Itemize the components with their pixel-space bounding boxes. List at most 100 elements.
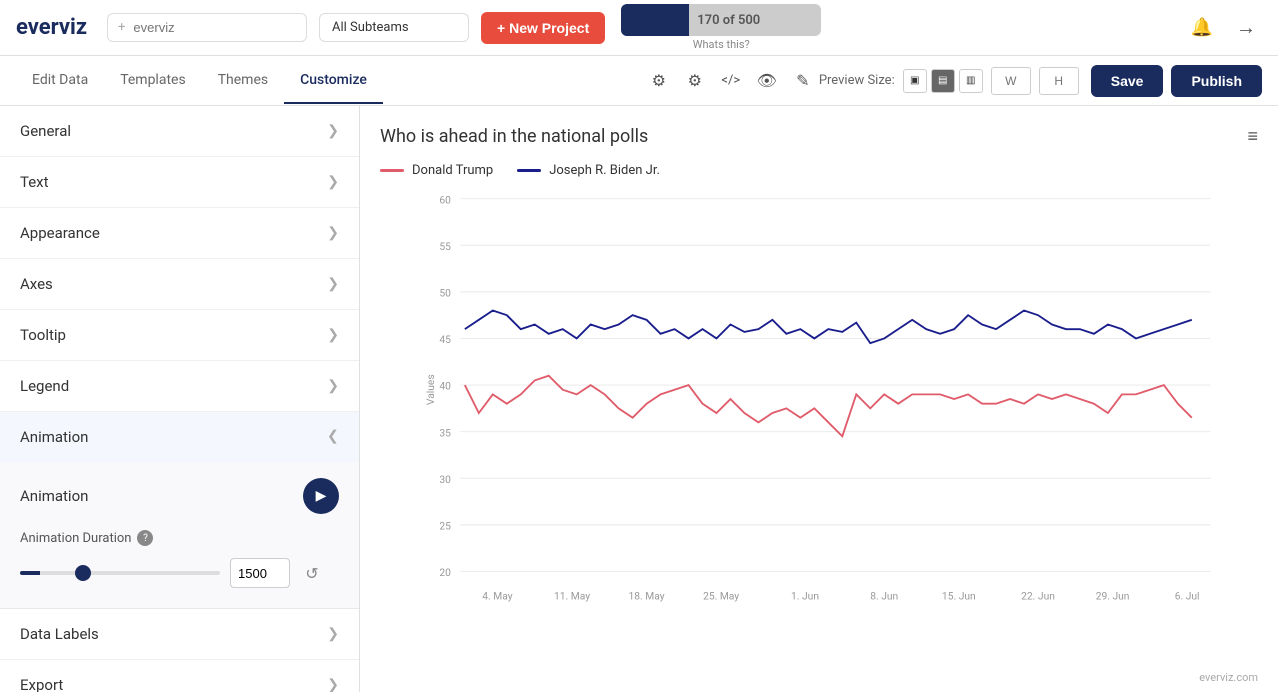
header: everviz + All Subteams + New Project 170…: [0, 0, 1278, 56]
progress-filled: [621, 4, 689, 36]
animation-expanded-panel: Animation ▶ Animation Duration ? ↺: [0, 462, 359, 609]
logo: everviz: [16, 15, 87, 40]
duration-slider[interactable]: [20, 571, 220, 575]
legend-trump-line: [380, 169, 404, 172]
subteam-selector[interactable]: All Subteams: [319, 13, 469, 42]
progress-label: 170 of 500: [697, 13, 760, 28]
logout-icon[interactable]: →: [1230, 12, 1262, 44]
svg-text:15. Jun: 15. Jun: [942, 589, 976, 602]
tooltip-label: Tooltip: [20, 326, 66, 344]
preview-mobile-icon[interactable]: ▥: [959, 69, 983, 93]
general-chevron: ❯: [327, 123, 339, 139]
chart-menu-icon[interactable]: ≡: [1247, 126, 1258, 147]
chart-svg-container: 60 55 50 45 40 35 30 25 20 Values: [380, 194, 1258, 660]
data-labels-label: Data Labels: [20, 625, 99, 643]
chart-svg: 60 55 50 45 40 35 30 25 20 Values: [380, 194, 1258, 660]
chart-legend: Donald Trump Joseph R. Biden Jr.: [380, 163, 1258, 178]
general-label: General: [20, 122, 71, 140]
appearance-label: Appearance: [20, 224, 100, 242]
duration-input[interactable]: [230, 558, 290, 588]
chart-area: Who is ahead in the national polls ≡ Don…: [360, 106, 1278, 692]
preview-section: Preview Size: ▣ ▤ ▥: [819, 67, 1079, 95]
progress-empty: 170 of 500: [689, 4, 821, 36]
svg-text:Values: Values: [424, 374, 437, 405]
sidebar-item-legend[interactable]: Legend ❯: [0, 361, 359, 412]
svg-text:18. May: 18. May: [629, 589, 665, 602]
svg-text:4. May: 4. May: [482, 589, 512, 602]
sidebar-item-export[interactable]: Export ❯: [0, 660, 359, 692]
sidebar-item-general[interactable]: General ❯: [0, 106, 359, 157]
svg-text:60: 60: [439, 194, 451, 206]
chart-title: Who is ahead in the national polls: [380, 126, 1258, 147]
preview-label: Preview Size:: [819, 73, 895, 88]
svg-text:40: 40: [439, 380, 451, 393]
svg-text:25. May: 25. May: [703, 589, 739, 602]
svg-text:55: 55: [439, 240, 451, 253]
animation-header: Animation ▶: [0, 462, 359, 522]
new-project-button[interactable]: + New Project: [481, 12, 605, 44]
tab-themes[interactable]: Themes: [202, 58, 284, 104]
save-button[interactable]: Save: [1091, 65, 1164, 97]
whats-this-link[interactable]: Whats this?: [693, 38, 750, 51]
axes-chevron: ❯: [327, 276, 339, 292]
progress-bar: 170 of 500: [621, 4, 821, 36]
export-chevron: ❯: [327, 677, 339, 692]
sidebar-item-text[interactable]: Text ❯: [0, 157, 359, 208]
preview-desktop-icon[interactable]: ▣: [903, 69, 927, 93]
animation-section-title: Animation: [20, 487, 88, 505]
svg-text:25: 25: [439, 520, 451, 533]
tab-templates[interactable]: Templates: [104, 58, 202, 104]
notification-icon[interactable]: 🔔: [1186, 12, 1218, 44]
tab-edit-data[interactable]: Edit Data: [16, 58, 104, 104]
search-input[interactable]: [133, 20, 253, 35]
axes-label: Axes: [20, 275, 53, 293]
toolbar: Edit Data Templates Themes Customize ⚙ ⚙…: [0, 56, 1278, 106]
svg-text:8. Jun: 8. Jun: [870, 589, 898, 602]
animation-label: Animation: [20, 428, 88, 446]
legend-label: Legend: [20, 377, 69, 395]
text-chevron: ❯: [327, 174, 339, 190]
svg-text:35: 35: [439, 426, 451, 439]
legend-biden-label: Joseph R. Biden Jr.: [549, 163, 660, 178]
main-content: General ❯ Text ❯ Appearance ❯ Axes ❯ Too…: [0, 106, 1278, 692]
tab-customize[interactable]: Customize: [284, 58, 383, 104]
sidebar-item-data-labels[interactable]: Data Labels ❯: [0, 609, 359, 660]
animation-duration-label: Animation Duration ?: [20, 530, 339, 546]
duration-info-icon[interactable]: ?: [137, 530, 153, 546]
settings-icon-btn[interactable]: ⚙: [643, 65, 675, 97]
legend-trump-label: Donald Trump: [412, 163, 493, 178]
watermark: everviz.com: [1199, 671, 1258, 684]
sidebar-item-tooltip[interactable]: Tooltip ❯: [0, 310, 359, 361]
legend-biden-line: [517, 169, 541, 172]
preview-width-input[interactable]: [991, 67, 1031, 95]
export-label: Export: [20, 676, 63, 692]
legend-chevron: ❯: [327, 378, 339, 394]
svg-text:29. Jun: 29. Jun: [1096, 589, 1130, 602]
play-button[interactable]: ▶: [303, 478, 339, 514]
brush-icon-btn[interactable]: ✎: [787, 65, 819, 97]
sidebar-item-appearance[interactable]: Appearance ❯: [0, 208, 359, 259]
search-bar: +: [107, 13, 307, 42]
text-label: Text: [20, 173, 49, 191]
publish-button[interactable]: Publish: [1171, 65, 1262, 97]
subteam-label: All Subteams: [332, 20, 409, 35]
preview-size-icons: ▣ ▤ ▥: [903, 69, 983, 93]
reset-button[interactable]: ↺: [300, 561, 324, 585]
legend-item-biden: Joseph R. Biden Jr.: [517, 163, 660, 178]
preview-height-input[interactable]: [1039, 67, 1079, 95]
legend-item-trump: Donald Trump: [380, 163, 493, 178]
sidebar-item-animation[interactable]: Animation ❯: [0, 412, 359, 462]
eye-icon-btn[interactable]: 👁: [751, 65, 783, 97]
svg-text:50: 50: [439, 287, 451, 300]
sidebar: General ❯ Text ❯ Appearance ❯ Axes ❯ Too…: [0, 106, 360, 692]
progress-section: 170 of 500 Whats this?: [621, 4, 821, 51]
data-labels-chevron: ❯: [327, 626, 339, 642]
gear-icon-btn[interactable]: ⚙: [679, 65, 711, 97]
slider-row: ↺: [20, 558, 339, 588]
preview-tablet-icon[interactable]: ▤: [931, 69, 955, 93]
svg-text:20: 20: [439, 566, 451, 579]
svg-text:6. Jul: 6. Jul: [1175, 589, 1200, 602]
code-icon-btn[interactable]: </>: [715, 65, 747, 97]
sidebar-item-axes[interactable]: Axes ❯: [0, 259, 359, 310]
search-icon: +: [118, 20, 125, 35]
